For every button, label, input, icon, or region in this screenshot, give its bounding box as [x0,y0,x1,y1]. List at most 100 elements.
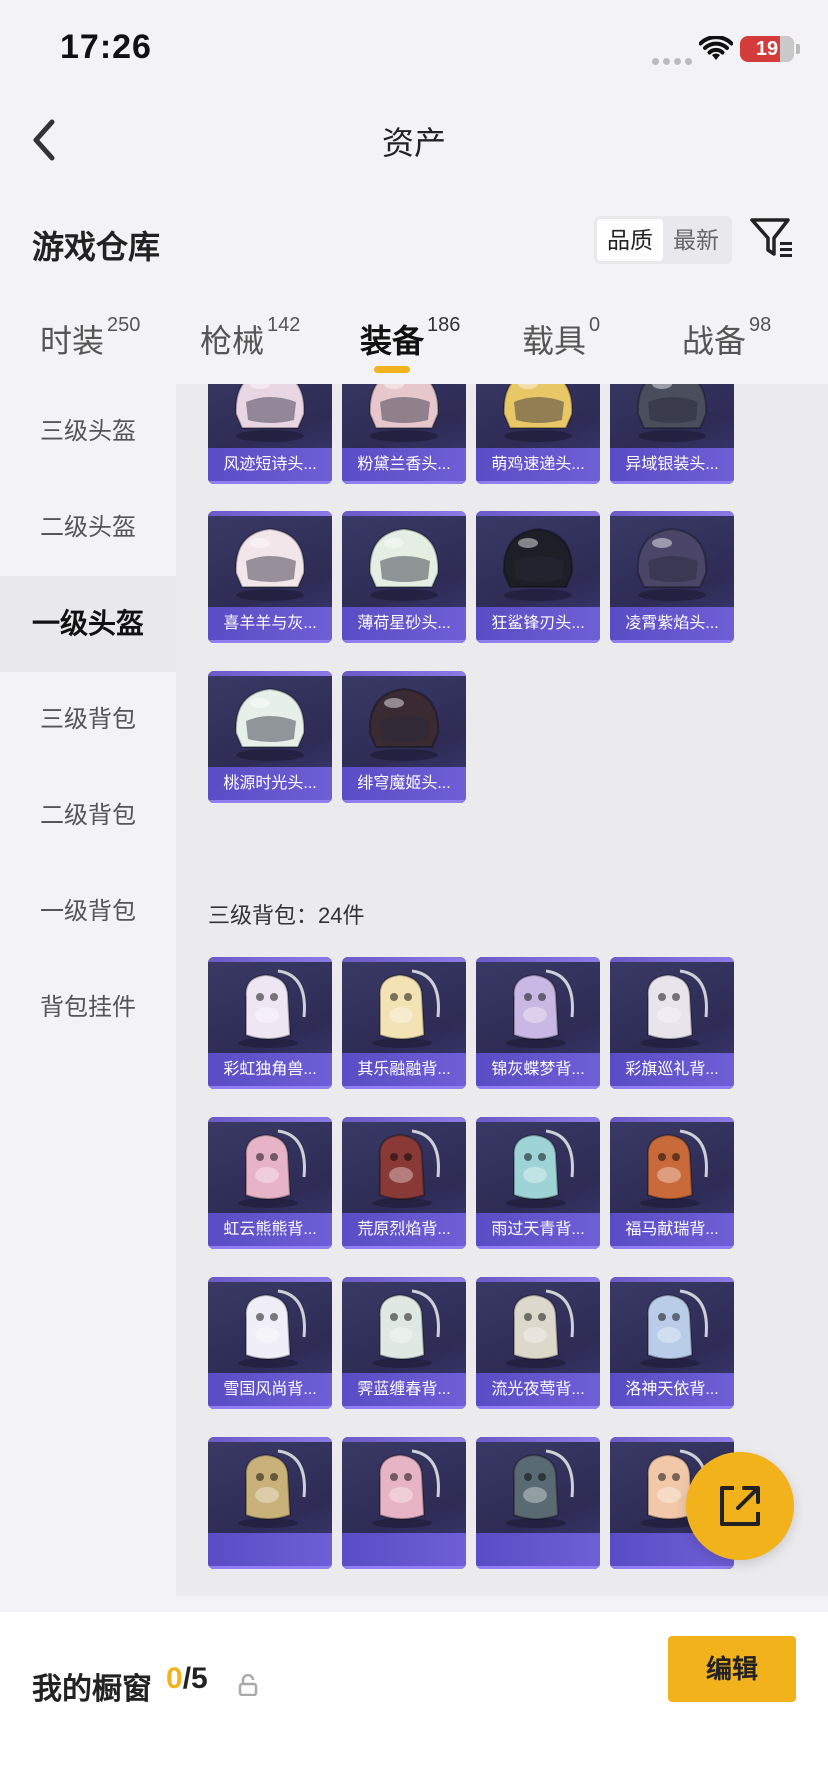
showcase-current: 0 [166,1662,183,1695]
nav-item-level3-helmet[interactable]: 三级头盔 [0,384,176,480]
active-tab-indicator [374,366,410,373]
battery-level: 19 [755,38,779,60]
item-name: 锦灰蝶梦背... [476,1053,600,1089]
nav-item-backpack-charm[interactable]: 背包挂件 [0,960,176,1056]
item-card[interactable]: 流光夜莺背... [476,1277,600,1409]
signal-icon [652,52,696,70]
showcase-total: /5 [182,1662,208,1695]
backpack-icon [372,1449,440,1528]
backpack-icon [238,1289,306,1368]
backpack-icon [506,1449,574,1528]
item-card[interactable]: 雪国风尚背... [208,1277,332,1409]
tab-count: 98 [749,314,772,336]
item-card[interactable]: 锦灰蝶梦背... [476,957,600,1089]
item-name [476,1533,600,1569]
item-card[interactable]: 异域银装头... [610,384,734,484]
tab-vehicles[interactable]: 载具 0 [522,314,601,376]
item-name: 凌霄紫焰头... [610,607,734,643]
helmet-icon [368,384,440,442]
item-card[interactable]: 霁蓝缠春背... [342,1277,466,1409]
nav-item-level3-backpack[interactable]: 三级背包 [0,672,176,768]
item-name: 萌鸡速递头... [476,448,600,484]
sort-toggle: 品质 最新 [594,216,732,264]
item-card[interactable]: 薄荷星砂头... [342,511,466,643]
helmet-icon [636,527,708,601]
nav-item-level1-helmet[interactable]: 一级头盔 [0,576,176,672]
backpack-icon [238,1129,306,1208]
item-card[interactable]: 凌霄紫焰头... [610,511,734,643]
sort-quality-button[interactable]: 品质 [597,219,663,261]
helmet-icon [636,384,708,442]
item-card[interactable]: 福马献瑞背... [610,1117,734,1249]
item-name: 喜羊羊与灰... [208,607,332,643]
share-button[interactable] [686,1452,794,1560]
item-card[interactable] [476,1437,600,1569]
item-name: 雨过天青背... [476,1213,600,1249]
helmet-icon [368,687,440,761]
item-card[interactable]: 雨过天青背... [476,1117,600,1249]
tab-count: 0 [589,314,601,336]
item-card[interactable]: 其乐融融背... [342,957,466,1089]
backpack-icon [238,969,306,1048]
item-name: 流光夜莺背... [476,1373,600,1409]
item-name: 粉黛兰香头... [342,448,466,484]
tab-label: 载具 [522,323,587,359]
item-card[interactable]: 彩旗巡礼背... [610,957,734,1089]
tab-label: 战备 [682,323,747,359]
item-card[interactable]: 桃源时光头... [208,671,332,803]
nav-item-level2-backpack[interactable]: 二级背包 [0,768,176,864]
item-card[interactable]: 彩虹独角兽... [208,957,332,1089]
item-card[interactable]: 绯穹魔姬头... [342,671,466,803]
edit-button[interactable]: 编辑 [668,1636,796,1702]
item-name: 虹云熊熊背... [208,1213,332,1249]
item-name: 彩虹独角兽... [208,1053,332,1089]
item-card[interactable]: 荒原烈焰背... [342,1117,466,1249]
item-name: 雪国风尚背... [208,1373,332,1409]
section-title: 游戏仓库 [32,229,161,265]
backpack-icon [506,1129,574,1208]
nav-item-level2-helmet[interactable]: 二级头盔 [0,480,176,576]
category-tabs: 时装 250 枪械 142 装备 186 载具 0 战备 98 [0,314,828,376]
showcase-bar: 我的橱窗 0/5 编辑 [0,1612,828,1792]
showcase-label: 我的橱窗 [32,1673,152,1706]
helmet-icon [502,527,574,601]
item-card[interactable] [208,1437,332,1569]
tab-fashion[interactable]: 时装 250 [40,314,140,376]
wifi-icon [699,36,733,60]
item-card[interactable] [342,1437,466,1569]
item-name: 荒原烈焰背... [342,1213,466,1249]
nav-item-level1-backpack[interactable]: 一级背包 [0,864,176,960]
backpack-icon [640,1129,708,1208]
helmet-icon [234,527,306,601]
item-name: 福马献瑞背... [610,1213,734,1249]
showcase-count: 0/5 [166,1662,208,1696]
tab-count: 186 [427,314,461,336]
tab-supplies[interactable]: 战备 98 [682,314,772,376]
filter-icon[interactable] [748,214,796,262]
item-card[interactable]: 萌鸡速递头... [476,384,600,484]
item-name [342,1533,466,1569]
item-name: 其乐融融背... [342,1053,466,1089]
subcategory-nav: 三级头盔 二级头盔 一级头盔 三级背包 二级背包 一级背包 背包挂件 [0,384,176,1596]
item-name: 异域银装头... [610,448,734,484]
backpack-icon [640,969,708,1048]
lock-icon [238,1674,258,1696]
item-card[interactable]: 洛神天依背... [610,1277,734,1409]
item-card[interactable]: 风迹短诗头... [208,384,332,484]
tab-firearms[interactable]: 枪械 142 [200,314,300,376]
item-card[interactable]: 粉黛兰香头... [342,384,466,484]
status-bar: 17:26 19 [0,0,828,100]
item-grid: 三级背包：24件 风迹短诗头... 粉黛兰香头... 萌鸡速递头... 异域银装头..… [176,384,828,1596]
page-title: 资产 [381,125,446,161]
item-card[interactable]: 喜羊羊与灰... [208,511,332,643]
tab-label: 时装 [40,323,105,359]
item-name: 洛神天依背... [610,1373,734,1409]
backpack-icon [640,1289,708,1368]
item-name: 彩旗巡礼背... [610,1053,734,1089]
backpack-icon [506,1289,574,1368]
sort-newest-button[interactable]: 最新 [663,219,729,261]
item-card[interactable]: 虹云熊熊背... [208,1117,332,1249]
item-card[interactable]: 狂鲨锋刃头... [476,511,600,643]
item-name: 绯穹魔姬头... [342,767,466,803]
tab-label: 装备 [360,323,425,359]
